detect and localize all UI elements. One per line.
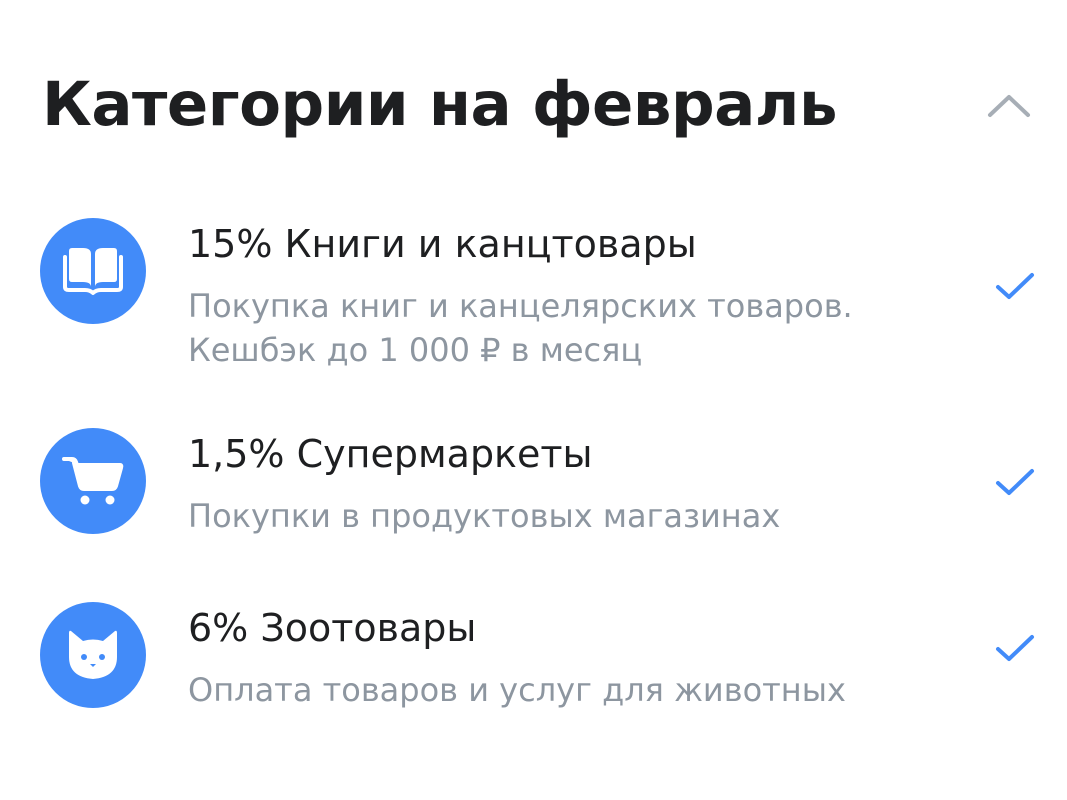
category-description-line: Оплата товаров и услуг для животных: [188, 671, 846, 709]
category-item-supermarkets[interactable]: 1,5% Супермаркеты Покупки в продуктовых …: [40, 424, 1040, 544]
category-title: 1,5% Супермаркеты: [188, 432, 593, 476]
category-description-line: Покупка книг и канцелярских товаров.: [188, 287, 853, 325]
collapse-button[interactable]: [979, 75, 1039, 135]
category-text: 1,5% Супермаркеты Покупки в продуктовых …: [188, 424, 968, 538]
category-description: Оплата товаров и услуг для животных: [188, 668, 968, 712]
category-item-books[interactable]: 15% Книги и канцтовары Покупка книг и ка…: [40, 214, 1040, 384]
cat-icon: [69, 630, 117, 679]
checkmark-icon: [996, 273, 1034, 299]
chevron-up-icon: [988, 95, 1030, 117]
checkmark-icon: [996, 469, 1034, 495]
selected-check: [990, 462, 1040, 502]
book-icon: [63, 248, 123, 295]
category-description: Покупка книг и канцелярских товаров. Кеш…: [188, 284, 968, 372]
category-description-line: Покупки в продуктовых магазинах: [188, 497, 781, 535]
category-title: 15% Книги и канцтовары: [188, 222, 697, 266]
category-icon-circle: [40, 218, 146, 324]
category-icon-circle: [40, 428, 146, 534]
category-description: Покупки в продуктовых магазинах: [188, 494, 968, 538]
selected-check: [990, 628, 1040, 668]
category-text: 15% Книги и канцтовары Покупка книг и ка…: [188, 214, 968, 372]
category-icon-circle: [40, 602, 146, 708]
categories-header: Категории на февраль: [42, 60, 1039, 150]
shopping-cart-icon: [62, 457, 124, 505]
checkmark-icon: [996, 635, 1034, 661]
category-description-line: Кешбэк до 1 000 ₽ в месяц: [188, 331, 643, 369]
category-title: 6% Зоотовары: [188, 606, 477, 650]
category-item-pet-supplies[interactable]: 6% Зоотовары Оплата товаров и услуг для …: [40, 598, 1040, 718]
category-text: 6% Зоотовары Оплата товаров и услуг для …: [188, 598, 968, 712]
page-title: Категории на февраль: [42, 69, 838, 140]
selected-check: [990, 266, 1040, 306]
